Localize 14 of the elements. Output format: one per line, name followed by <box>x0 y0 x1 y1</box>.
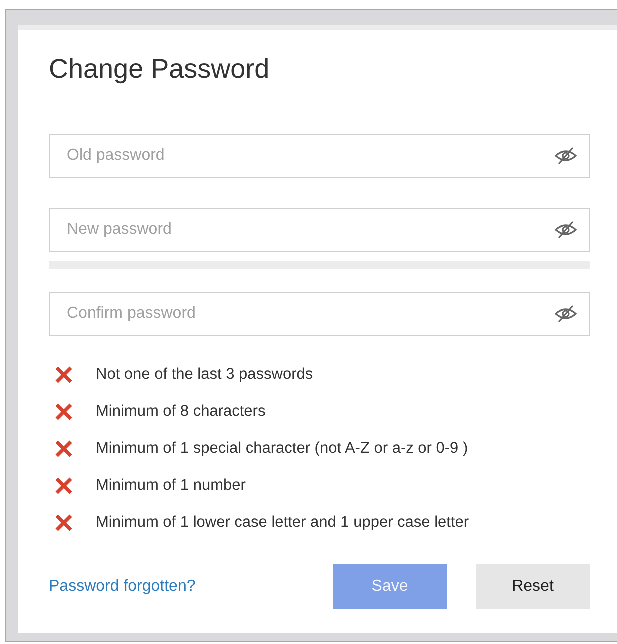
rule-text: Minimum of 1 special character (not A-Z or a-z or 0-9 ) <box>96 440 468 458</box>
forgot-password-link[interactable]: Password forgotten? <box>49 578 196 596</box>
rule-text: Minimum of 1 number <box>96 476 246 494</box>
reset-button[interactable]: Reset <box>476 564 590 609</box>
rule-text: Minimum of 1 lower case letter and 1 upper case letter <box>96 514 470 532</box>
password-field[interactable]: Old password <box>49 134 590 178</box>
password-field[interactable]: Confirm password <box>49 292 590 336</box>
eye-slash-icon[interactable] <box>554 146 578 166</box>
eye-slash-icon[interactable] <box>554 304 578 324</box>
password-field[interactable]: New password <box>49 208 590 252</box>
rule-text: Minimum of 8 characters <box>96 402 266 420</box>
dialog-title: Change Password <box>49 53 271 86</box>
eye-slash-icon[interactable] <box>554 220 578 240</box>
rule-text: Not one of the last 3 passwords <box>96 366 314 384</box>
